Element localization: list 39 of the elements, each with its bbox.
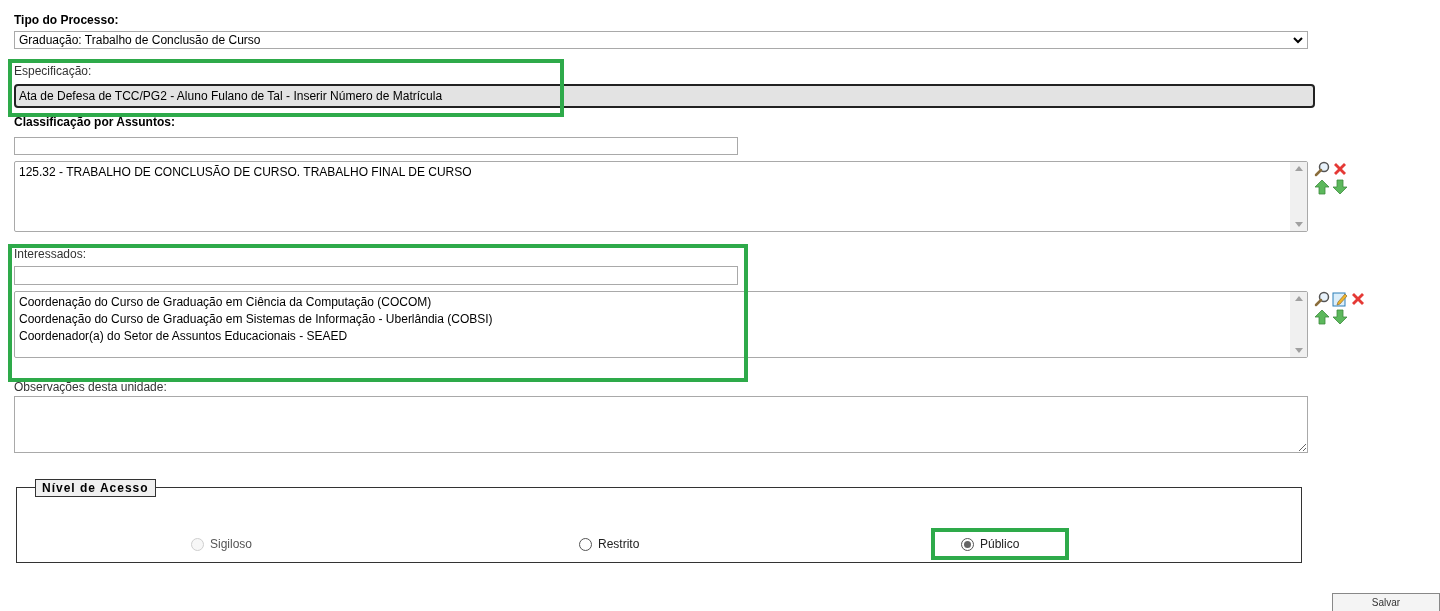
specification-input[interactable]: Ata de Defesa de TCC/PG2 - Aluno Fulano de Tal - Inserir Número de Matrícula <box>14 84 1315 108</box>
scroll-up-icon[interactable] <box>1294 166 1303 171</box>
scroll-up-icon[interactable] <box>1294 296 1303 301</box>
scroll-down-icon[interactable] <box>1294 222 1303 227</box>
up-arrow-icon[interactable] <box>1314 309 1330 325</box>
field-label: Interessados: <box>14 246 88 263</box>
subject-listbox[interactable]: 125.32 - TRABALHO DE CONCLUSÃO DE CURSO. TRABALHO FINAL DE CURSO <box>14 161 1308 232</box>
subject-search-input[interactable] <box>14 137 738 155</box>
dropdown-value: Graduação: Trabalho de Conclusão de Curso <box>19 32 261 49</box>
interested-listbox[interactable] <box>14 291 1308 358</box>
list-option[interactable]: Coordenador(a) do Setor de Assuntos Educacionais - SEAED <box>19 328 1286 345</box>
interested-search-input[interactable] <box>14 266 738 285</box>
edit-icon[interactable] <box>1332 291 1348 307</box>
field-label: Classificação por Assuntos: <box>14 114 176 131</box>
down-arrow-icon[interactable] <box>1332 179 1348 195</box>
process-type-dropdown[interactable]: Graduação: Trabalho de Conclusão de Curso <box>14 31 1308 49</box>
radio-label[interactable]: Público <box>980 535 1020 553</box>
chevron-icon <box>1293 36 1303 44</box>
scrollbar[interactable] <box>1290 162 1307 231</box>
field-label: Tipo do Processo: <box>14 12 120 29</box>
scroll-down-icon[interactable] <box>1294 348 1303 353</box>
radio-button[interactable] <box>961 537 974 551</box>
scrollbar[interactable] <box>1290 292 1307 357</box>
observations-textarea[interactable] <box>14 396 1308 453</box>
up-arrow-icon[interactable] <box>1314 179 1330 195</box>
down-arrow-icon[interactable] <box>1332 309 1348 325</box>
search-icon[interactable] <box>1314 291 1330 307</box>
panel-legend: Nível de Acesso <box>35 479 156 497</box>
field-label: Especificação: <box>14 63 93 79</box>
radio-button[interactable] <box>579 537 592 551</box>
save-button[interactable]: Salvar <box>1332 593 1440 611</box>
close-icon[interactable] <box>1350 291 1366 307</box>
search-icon[interactable] <box>1314 161 1330 177</box>
field-label: Observações desta unidade: <box>14 380 168 394</box>
radio-label[interactable]: Restrito <box>598 535 640 553</box>
list-option[interactable]: 125.32 - TRABALHO DE CONCLUSÃO DE CURSO. TRABALHO FINAL DE CURSO <box>19 164 1286 181</box>
list-option[interactable]: Coordenação do Curso de Graduação em Sistemas de Informação - Uberlândia (COBSI) <box>19 311 1286 328</box>
close-icon[interactable] <box>1332 161 1348 177</box>
list-option[interactable]: Coordenação do Curso de Graduação em Ciência da Computação (COCOM) <box>19 294 1286 311</box>
